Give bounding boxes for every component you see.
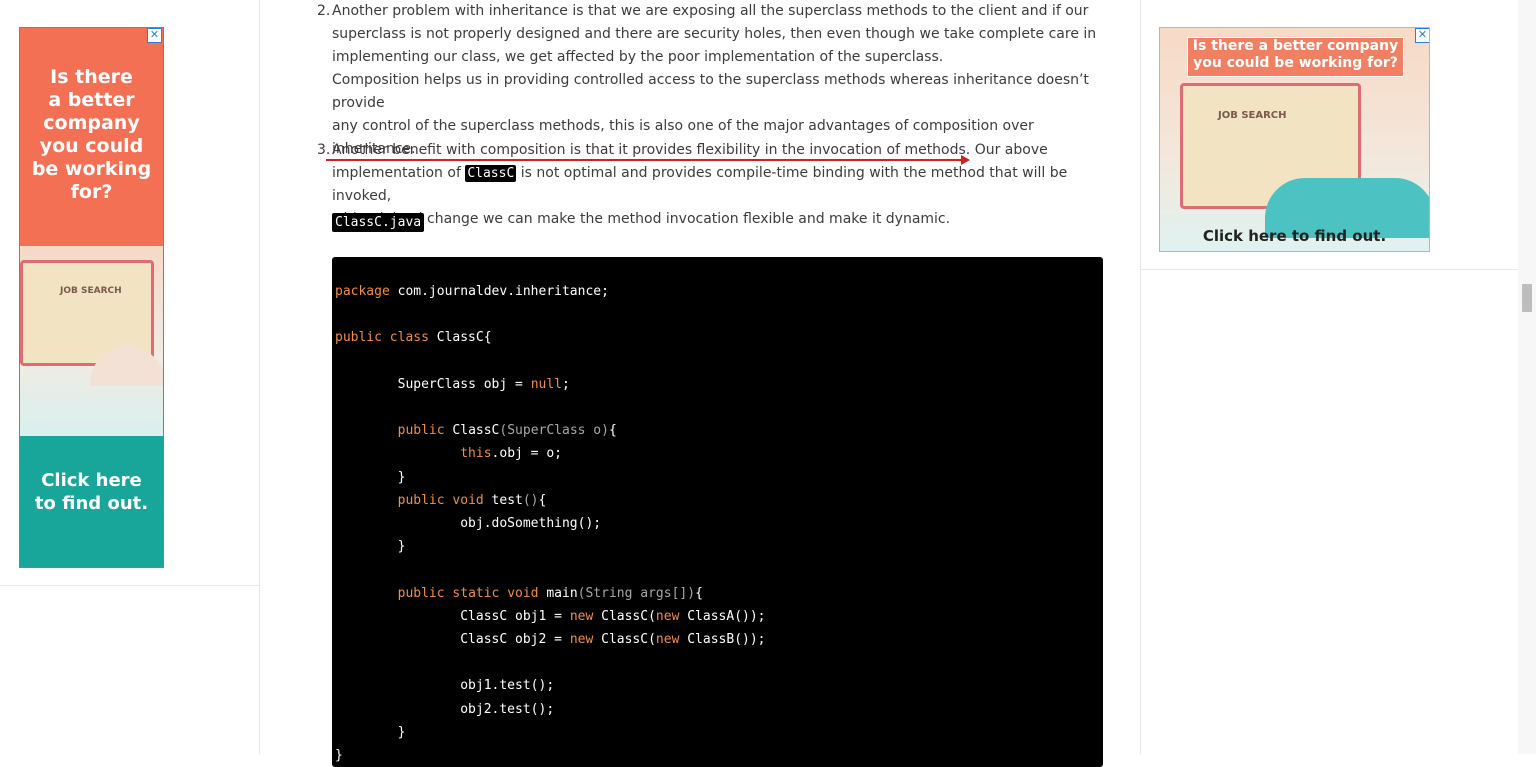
paragraph-line: implementing our class, we get affected …: [332, 49, 944, 65]
paragraph-line: Another problem with inheritance is that…: [332, 3, 1089, 19]
ad-headline: Is there a better company you could be w…: [1187, 37, 1404, 77]
ad-laptop-image: JOB SEARCH: [20, 246, 163, 436]
ad-cta[interactable]: Click here to find out.: [1160, 227, 1429, 245]
code-lines: package com.journaldev.inheritance; publ…: [335, 284, 766, 764]
ad-close-icon[interactable]: ✕: [147, 28, 162, 43]
paragraph-line: implementation of ClassC is not optimal …: [332, 165, 1068, 204]
paragraph-line: superclass is not properly designed and …: [332, 26, 1097, 42]
ad-headline: Is there a better company you could be w…: [20, 28, 163, 246]
left-sidebar: ✕ Is there a better company you could be…: [0, 0, 260, 754]
ad-laptop-text: JOB SEARCH: [60, 286, 122, 296]
code-filename: ClassC.java: [332, 213, 425, 232]
right-sidebar: ✕ Is there a better company you could be…: [1140, 0, 1519, 754]
ad-cta[interactable]: Click here to find out.: [20, 436, 163, 567]
scrollbar-thumb[interactable]: [1522, 284, 1532, 312]
list-number: 2.: [317, 3, 331, 19]
divider: [1141, 269, 1519, 270]
scrollbar[interactable]: [1518, 0, 1536, 754]
list-item-2: 2. Another problem with inheritance is t…: [317, 0, 1107, 161]
right-advertisement[interactable]: ✕ Is there a better company you could be…: [1159, 27, 1430, 252]
inline-code: ClassC: [465, 165, 517, 182]
annotation-arrow: [326, 155, 970, 165]
divider: [0, 585, 259, 586]
code-block[interactable]: package com.journaldev.inheritance; publ…: [332, 257, 1103, 767]
ad-close-icon[interactable]: ✕: [1415, 28, 1429, 43]
paragraph-line: Composition helps us in providing contro…: [332, 72, 1089, 111]
ad-laptop-text: JOB SEARCH: [1218, 110, 1287, 121]
left-advertisement[interactable]: ✕ Is there a better company you could be…: [19, 27, 164, 568]
list-item-3: 3. Another benefit with composition is t…: [317, 139, 1107, 231]
paragraph-line: with minimal change we can make the meth…: [332, 211, 951, 227]
